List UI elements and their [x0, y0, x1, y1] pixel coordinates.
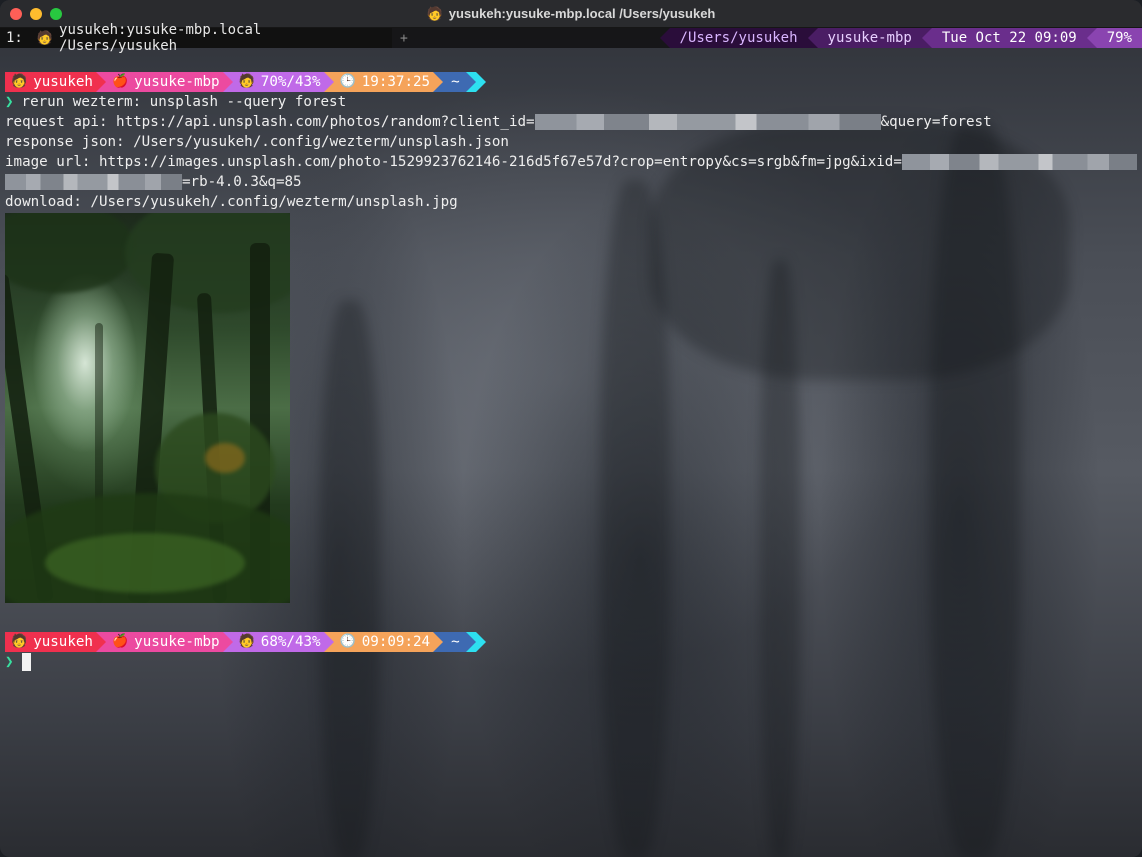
text-cursor [21, 653, 31, 671]
apple-icon: 🍎 [111, 634, 129, 649]
redacted-ixid [901, 154, 1137, 170]
tab-label: yusukeh:yusuke-mbp.local /Users/yusukeh [59, 22, 262, 54]
command-line[interactable]: ❯ [5, 652, 1137, 672]
window-title: 🧑 yusukeh:yusuke-mbp.local /Users/yusuke… [427, 6, 716, 22]
terminal-window: 🧑 yusukeh:yusuke-mbp.local /Users/yusuke… [0, 0, 1142, 857]
tab-active[interactable]: 1: 🧑 yusukeh:yusuke-mbp.local /Users/yus… [0, 22, 392, 54]
prompt-dir-segment: ~ [443, 72, 466, 92]
output-line: =rb-4.0.3&q=85 [5, 172, 1137, 192]
shell-prompt: 🧑 yusukeh 🍎 yusuke-mbp 🧑 68%/43% 🕒 09:09:24 … [5, 632, 1137, 652]
person-emoji-icon: 🧑 [426, 5, 443, 21]
prompt-arrow: ❯ [5, 94, 14, 110]
output-line: request api: https://api.unsplash.com/ph… [5, 114, 992, 130]
prompt-host-segment: 🍎 yusuke-mbp [105, 72, 223, 92]
tab-bar: 1: 🧑 yusukeh:yusuke-mbp.local /Users/yus… [0, 22, 1142, 54]
redacted-ixid [5, 174, 182, 190]
prompt-time-segment: 🕒 09:09:24 [333, 632, 434, 652]
prompt-host-segment: 🍎 yusuke-mbp [105, 632, 223, 652]
output-line: image url: https://images.unsplash.com/p… [5, 152, 1137, 172]
status-datetime: Tue Oct 22 09:09 [931, 28, 1087, 48]
technologist-icon: 🧑 [11, 74, 28, 89]
person-emoji-icon: 🧑 [36, 30, 54, 46]
window-title-text: yusukeh:yusuke-mbp.local /Users/yusukeh [448, 6, 716, 21]
person-emoji-icon: 🧑 [238, 74, 255, 89]
prompt-user-segment: 🧑 yusukeh [5, 72, 96, 92]
new-tab-button[interactable]: + [400, 31, 408, 46]
technologist-icon: 🧑 [11, 634, 28, 649]
close-button[interactable] [10, 8, 22, 20]
terminal-content[interactable]: 🧑 yusukeh 🍎 yusuke-mbp 🧑 70%/43% 🕒 19:37:25 … [5, 72, 1137, 212]
zoom-button[interactable] [50, 8, 62, 20]
output-line: response json: /Users/yusukeh/.config/we… [5, 134, 509, 150]
status-cwd: /Users/yusukeh [669, 28, 808, 48]
terminal-content-lower[interactable]: 🧑 yusukeh 🍎 yusuke-mbp 🧑 68%/43% 🕒 09:09:24 … [5, 632, 1137, 672]
background-tree [320, 300, 380, 857]
person-emoji-icon: 🧑 [238, 634, 255, 649]
command-text: rerun wezterm: unsplash --query forest [21, 94, 347, 110]
prompt-time-segment: 🕒 19:37:25 [333, 72, 434, 92]
redacted-client-id [534, 114, 881, 130]
minimize-button[interactable] [30, 8, 42, 20]
status-host: yusuke-mbp [817, 28, 922, 48]
forest-image [5, 213, 290, 603]
prompt-user-segment: 🧑 yusukeh [5, 632, 96, 652]
clock-icon: 🕒 [339, 74, 356, 89]
prompt-dir-segment: ~ [443, 632, 466, 652]
apple-icon: 🍎 [111, 74, 129, 89]
output-line: download: /Users/yusukeh/.config/wezterm… [5, 194, 458, 210]
prompt-arrow: ❯ [5, 654, 14, 670]
shell-prompt: 🧑 yusukeh 🍎 yusuke-mbp 🧑 70%/43% 🕒 19:37:25 … [5, 72, 1137, 92]
tab-index: 1: [6, 30, 23, 46]
clock-icon: 🕒 [339, 634, 356, 649]
status-battery: 79% [1096, 28, 1142, 48]
prompt-battery-segment: 🧑 70%/43% [232, 72, 324, 92]
prompt-battery-segment: 🧑 68%/43% [232, 632, 324, 652]
command-line: ❯ rerun wezterm: unsplash --query forest [5, 92, 1137, 112]
right-status: /Users/yusukeh yusuke-mbp Tue Oct 22 09:… [659, 28, 1142, 48]
window-controls [10, 8, 62, 20]
